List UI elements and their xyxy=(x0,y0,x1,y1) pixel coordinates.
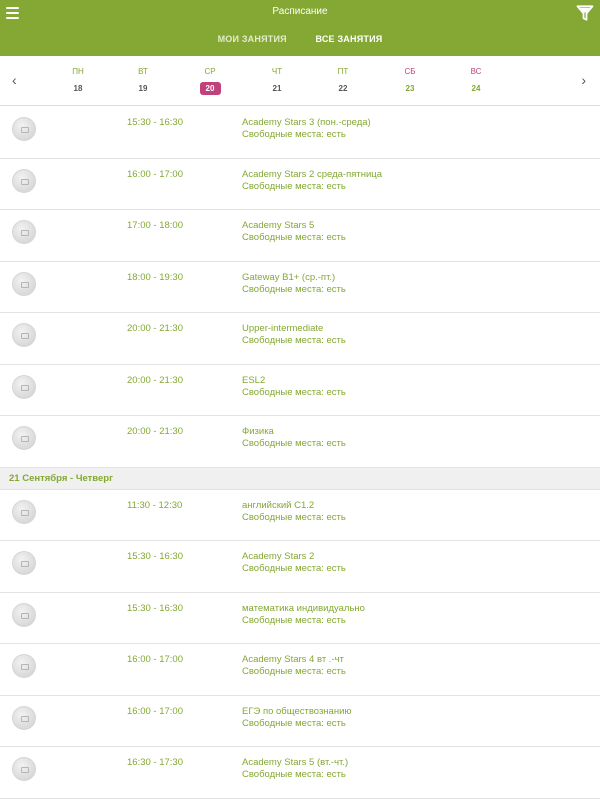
tab-my-classes[interactable]: МОИ ЗАНЯТИЯ xyxy=(218,34,287,44)
avatar xyxy=(12,551,36,575)
class-seats: Свободные места: есть xyxy=(242,717,346,729)
class-time: 16:00 - 17:00 xyxy=(127,705,183,717)
avatar xyxy=(12,705,36,730)
avatar xyxy=(12,499,36,524)
chevron-left-icon[interactable]: ‹ xyxy=(12,73,17,87)
class-time: 16:00 - 17:00 xyxy=(127,168,183,180)
avatar xyxy=(12,271,36,296)
avatar xyxy=(12,426,36,450)
class-time: 20:00 - 21:30 xyxy=(127,323,183,334)
list-item[interactable]: 15:30 - 16:30 Academy Stars 3 (пон.-сред… xyxy=(0,107,600,159)
class-name: Academy Stars 2 xyxy=(242,551,315,562)
day-wed[interactable]: СР 20 xyxy=(195,67,225,96)
list-item[interactable]: 16:30 - 17:30 Academy Stars 5 (вт.-чт.) … xyxy=(0,747,600,799)
list-item[interactable]: 11:30 - 12:30 английский C1.2 Свободные … xyxy=(0,490,600,541)
class-time: 15:30 - 16:30 xyxy=(127,602,183,614)
list-item[interactable]: 15:30 - 16:30 Academy Stars 2 Свободные … xyxy=(0,541,600,593)
class-time: 16:30 - 17:30 xyxy=(127,757,183,768)
class-time: 16:00 - 17:00 xyxy=(127,654,183,665)
class-name: ЕГЭ по обществознанию xyxy=(242,705,352,717)
class-seats: Свободные места: есть xyxy=(242,438,346,449)
list-item[interactable]: 16:00 - 17:00 Academy Stars 2 среда-пятн… xyxy=(0,159,600,210)
class-name: Academy Stars 5 (вт.-чт.) xyxy=(242,757,349,768)
class-name: ESL2 xyxy=(242,374,266,386)
list-item[interactable]: 18:00 - 19:30 Gateway B1+ (ср.-пт.) Своб… xyxy=(0,262,600,313)
list-item[interactable]: 15:30 - 16:30 математика индивидуально С… xyxy=(0,593,600,644)
class-name: Academy Stars 3 (пон.-среда) xyxy=(242,117,371,128)
class-time: 15:30 - 16:30 xyxy=(127,551,183,562)
avatar xyxy=(12,220,36,244)
page-title: Расписание xyxy=(272,6,328,17)
class-time: 20:00 - 21:30 xyxy=(127,374,183,386)
list-item[interactable]: 20:00 - 21:30 Физика Свободные места: ес… xyxy=(0,416,600,468)
class-name: Gateway B1+ (ср.-пт.) xyxy=(242,271,336,283)
list-item[interactable]: 20:00 - 21:30 ESL2 Свободные места: есть xyxy=(0,365,600,416)
avatar xyxy=(12,757,36,781)
avatar xyxy=(12,117,36,141)
class-name: Academy Stars 2 среда-пятница xyxy=(242,168,382,180)
class-seats: Свободные места: есть xyxy=(242,180,346,192)
filter-icon[interactable] xyxy=(576,4,594,22)
class-seats: Свободные места: есть xyxy=(242,614,346,626)
class-name: английский C1.2 xyxy=(242,499,315,511)
class-name: Физика xyxy=(242,426,274,437)
class-time: 15:30 - 16:30 xyxy=(127,117,183,128)
day-fri[interactable]: ПТ 22 xyxy=(328,67,358,95)
day-sun[interactable]: ВС 24 xyxy=(461,67,491,95)
list-item[interactable]: 20:00 - 21:30 Upper-intermediate Свободн… xyxy=(0,313,600,365)
avatar xyxy=(12,374,36,399)
day-tue[interactable]: ВТ 19 xyxy=(128,67,158,95)
class-seats: Свободные места: есть xyxy=(242,129,346,140)
class-time: 17:00 - 18:00 xyxy=(127,220,183,231)
day-section-header: 21 Сентября - Четверг xyxy=(0,467,600,490)
class-name: Academy Stars 4 вт .-чт xyxy=(242,654,344,665)
day-mon[interactable]: ПН 18 xyxy=(63,67,93,95)
schedule-list: 15:30 - 16:30 Academy Stars 3 (пон.-сред… xyxy=(0,107,600,799)
class-seats: Свободные места: есть xyxy=(242,511,346,523)
class-time: 18:00 - 19:30 xyxy=(127,271,183,283)
avatar xyxy=(12,602,36,627)
day-sat[interactable]: СБ 23 xyxy=(395,67,425,95)
avatar xyxy=(12,168,36,193)
list-item[interactable]: 17:00 - 18:00 Academy Stars 5 Свободные … xyxy=(0,210,600,262)
class-time: 20:00 - 21:30 xyxy=(127,426,183,437)
list-item[interactable]: 16:00 - 17:00 Academy Stars 4 вт .-чт Св… xyxy=(0,644,600,696)
class-seats: Свободные места: есть xyxy=(242,283,346,295)
class-seats: Свободные места: есть xyxy=(242,232,346,243)
class-seats: Свободные места: есть xyxy=(242,386,346,398)
day-thu[interactable]: ЧТ 21 xyxy=(262,67,292,95)
class-time: 11:30 - 12:30 xyxy=(127,499,183,511)
avatar xyxy=(12,323,36,347)
class-name: Upper-intermediate xyxy=(242,323,324,334)
class-name: Academy Stars 5 xyxy=(242,220,315,231)
tab-bar: МОИ ЗАНЯТИЯ ВСЕ ЗАНЯТИЯ xyxy=(0,34,600,44)
list-item[interactable]: 16:00 - 17:00 ЕГЭ по обществознанию Своб… xyxy=(0,696,600,747)
tab-all-classes[interactable]: ВСЕ ЗАНЯТИЯ xyxy=(316,34,383,44)
week-selector: ‹ ПН 18 ВТ 19 СР 20 ЧТ 21 ПТ 22 СБ 23 ВС… xyxy=(0,56,600,106)
class-seats: Свободные места: есть xyxy=(242,563,346,574)
avatar xyxy=(12,654,36,678)
app-header: Расписание МОИ ЗАНЯТИЯ ВСЕ ЗАНЯТИЯ xyxy=(0,0,600,56)
class-seats: Свободные места: есть xyxy=(242,335,346,346)
class-name: математика индивидуально xyxy=(242,602,365,614)
class-seats: Свободные места: есть xyxy=(242,666,346,677)
class-seats: Свободные места: есть xyxy=(242,769,346,780)
chevron-right-icon[interactable]: › xyxy=(581,73,586,87)
